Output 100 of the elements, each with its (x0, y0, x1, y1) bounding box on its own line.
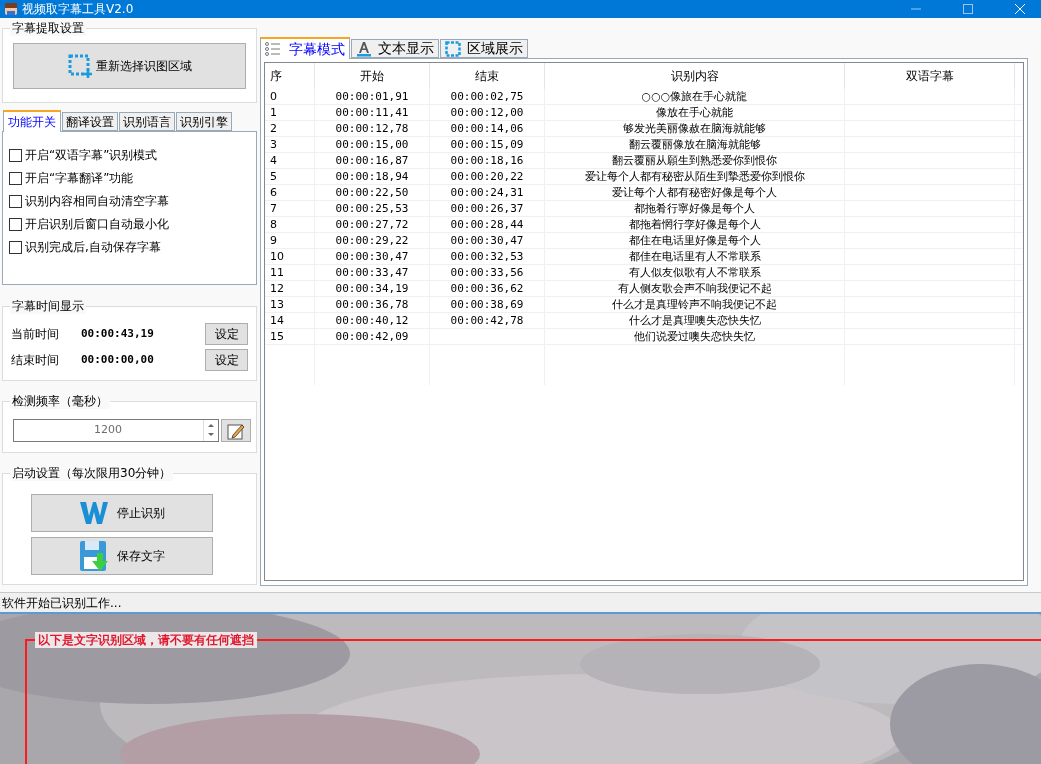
view-tab[interactable]: 文本显示 (351, 39, 439, 58)
table-cell: 00:00:40,12 (315, 313, 430, 328)
table-cell: 00:00:12,00 (430, 105, 545, 120)
table-cell: 00:00:16,87 (315, 153, 430, 168)
table-cell: 11 (265, 265, 315, 280)
settings-tab[interactable]: 翻译设置 (62, 112, 118, 131)
checkbox[interactable] (9, 194, 22, 208)
checkbox[interactable] (9, 217, 22, 231)
table-cell: 00:00:18,94 (315, 169, 430, 184)
app-icon (4, 2, 18, 16)
table-cell: 都佳在电话里有人不常联系 (545, 249, 845, 264)
table-cell: 都拖着惘行孪好像是每个人 (545, 217, 845, 232)
settings-tab[interactable]: 识别引擎 (176, 112, 232, 131)
table-cell: 2 (265, 121, 315, 136)
table-cell: 12 (265, 281, 315, 296)
column-header[interactable]: 序 (265, 63, 315, 89)
option-label: 开启“字幕翻译”功能 (25, 170, 134, 186)
letter-w-icon (79, 500, 109, 526)
table-cell: 都住在电话里好像是每个人 (545, 233, 845, 248)
region-warning-label: 以下是文字识别区域，请不要有任何遮挡 (35, 632, 257, 648)
table-cell: 00:00:18,16 (430, 153, 545, 168)
frequency-spinner[interactable]: 1200 (13, 419, 219, 442)
table-cell: 15 (265, 329, 315, 344)
table-cell: 00:00:27,72 (315, 217, 430, 232)
column-header[interactable]: 结束 (430, 63, 545, 89)
checkbox[interactable] (9, 171, 22, 185)
option-label: 开启识别后窗口自动最小化 (25, 216, 169, 232)
group-title: 字幕时间显示 (10, 298, 86, 314)
table-cell: 14 (265, 313, 315, 328)
table-cell: 5 (265, 169, 315, 184)
table-cell: 00:00:42,09 (315, 329, 430, 344)
table-cell: 00:00:24,31 (430, 185, 545, 200)
table-cell: 00:00:25,53 (315, 201, 430, 216)
column-header[interactable]: 双语字幕 (845, 63, 1015, 89)
table-cell: 13 (265, 297, 315, 312)
view-tab[interactable]: 区域展示 (440, 39, 528, 58)
table-cell: 00:00:34,19 (315, 281, 430, 296)
column-header[interactable]: 识别内容 (545, 63, 845, 89)
table-cell: 00:00:02,75 (430, 89, 545, 104)
stop-button[interactable]: 停止识别 (31, 494, 213, 532)
edit-button[interactable] (221, 419, 251, 442)
settings-tab[interactable]: 识别语言 (119, 112, 175, 131)
table-cell: 爱让每个人都有秘密从陌生到摯悉爱你到恨你 (545, 169, 845, 184)
table-cell: 爱让每个人都有秘密好像是每个人 (545, 185, 845, 200)
time-value: 00:00:00,00 (81, 351, 155, 368)
set-button[interactable]: 设定 (205, 349, 248, 371)
table-cell: 00:00:30,47 (430, 233, 545, 248)
table-cell: 00:00:15,09 (430, 137, 545, 152)
option-label: 识别内容相同自动清空字幕 (25, 193, 169, 209)
table-cell: 什么才是真理铃声不响我便记不起 (545, 297, 845, 312)
table-cell: 他们说爱过噢失恋快失忆 (545, 329, 845, 344)
table-cell: 00:00:33,47 (315, 265, 430, 280)
settings-tab[interactable]: 功能开关 (3, 110, 61, 132)
table-cell: 1 (265, 105, 315, 120)
table-cell: 7 (265, 201, 315, 216)
table-cell: ○○○像旅在手心就龍 (545, 89, 845, 104)
selection-icon (445, 40, 461, 57)
table-cell: 00:00:38,69 (430, 297, 545, 312)
table-cell: 像放在手心就能 (545, 105, 845, 120)
letter-a-icon (356, 40, 372, 57)
table-cell: 0 (265, 89, 315, 104)
table-cell: 00:00:29,22 (315, 233, 430, 248)
table-cell: 00:00:36,62 (430, 281, 545, 296)
status-text: 软件开始已识别工作... (2, 594, 122, 612)
column-header[interactable]: 开始 (315, 63, 430, 89)
reselect-region-button[interactable]: 重新选择识图区域 (13, 43, 246, 89)
table-cell: 够发光美丽像赦在脑海就能够 (545, 121, 845, 136)
checkbox[interactable] (9, 240, 22, 254)
table-cell: 00:00:30,47 (315, 249, 430, 264)
table-cell: 00:00:14,06 (430, 121, 545, 136)
table-cell: 翻云覆丽从願生到熟悉爱你到恨你 (545, 153, 845, 168)
table-cell: 有人侧友歌会声不响我便记不起 (545, 281, 845, 296)
table-cell: 有人似友似歌有人不常联系 (545, 265, 845, 280)
group-title: 检测频率（毫秒） (10, 393, 110, 409)
table-cell: 8 (265, 217, 315, 232)
set-button[interactable]: 设定 (205, 323, 248, 345)
table-cell: 00:00:11,41 (315, 105, 430, 120)
table-cell: 4 (265, 153, 315, 168)
view-tab[interactable]: 字幕模式 (260, 37, 350, 59)
table-cell: 00:00:28,44 (430, 217, 545, 232)
pencil-icon (226, 421, 246, 440)
table-cell: 9 (265, 233, 315, 248)
window-title: 视频取字幕工具V2.0 (22, 1, 134, 18)
time-label: 当前时间 (11, 326, 60, 343)
table-cell: 10 (265, 249, 315, 264)
option-label: 开启“双语字幕”识别模式 (25, 147, 158, 163)
time-label: 结束时间 (11, 352, 60, 369)
group-title: 字幕提取设置 (10, 20, 86, 36)
selection-icon (67, 54, 92, 78)
list-icon (265, 42, 281, 56)
table-cell: 00:00:15,00 (315, 137, 430, 152)
table-cell: 00:00:36,78 (315, 297, 430, 312)
option-label: 识别完成后,自动保存字幕 (25, 239, 161, 255)
time-value: 00:00:43,19 (81, 325, 155, 342)
save-button[interactable]: 保存文字 (31, 537, 213, 575)
checkbox[interactable] (9, 148, 22, 162)
close-icon[interactable] (1015, 4, 1025, 14)
table-cell: 3 (265, 137, 315, 152)
table-cell: 00:00:12,78 (315, 121, 430, 136)
maximize-icon[interactable] (963, 4, 973, 14)
